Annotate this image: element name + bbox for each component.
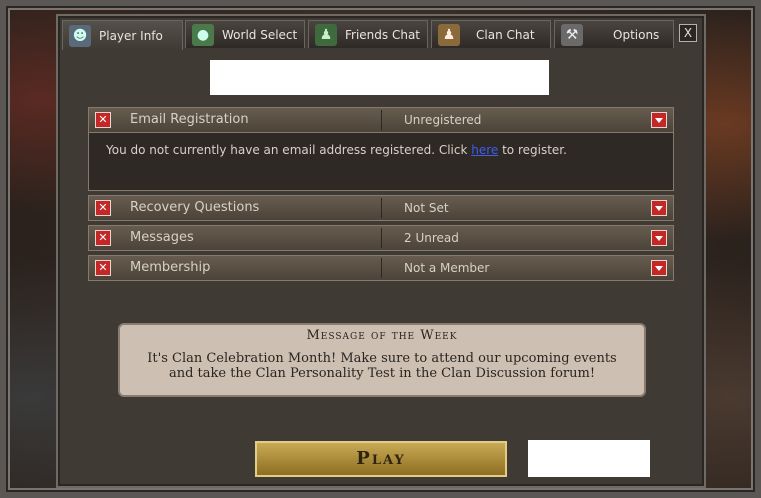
divider <box>381 198 382 218</box>
divider <box>381 228 382 248</box>
player-icon: ☻ <box>69 24 91 47</box>
divider <box>381 110 382 130</box>
message-of-the-week: Message of the Week It's Clan Celebratio… <box>118 323 646 397</box>
tab-label: Player Info <box>99 28 163 43</box>
friends-icon: ♟ <box>315 23 337 46</box>
row-label: Messages <box>130 230 194 245</box>
row-email-registration[interactable]: ✕ Email Registration Unregistered <box>88 107 674 133</box>
row-label: Email Registration <box>130 112 249 127</box>
tab-bar: ☻ Player Info ● World Select ♟ Friends C… <box>62 20 702 50</box>
tab-player-info[interactable]: ☻ Player Info <box>62 20 183 50</box>
close-button[interactable]: X <box>679 24 697 42</box>
tab-clan-chat[interactable]: ♟ Clan Chat <box>431 20 551 48</box>
tab-label: Clan Chat <box>476 27 535 42</box>
tab-label: Friends Chat <box>345 27 421 42</box>
blank-box <box>528 440 650 477</box>
tab-label: Options <box>613 27 660 42</box>
row-value: 2 Unread <box>404 231 459 245</box>
row-membership[interactable]: ✕ Membership Not a Member <box>88 255 674 281</box>
play-button[interactable]: Play <box>255 441 507 477</box>
row-value: Unregistered <box>404 113 482 127</box>
tab-world-select[interactable]: ● World Select <box>185 20 305 48</box>
email-message: You do not currently have an email addre… <box>106 143 567 157</box>
status-x-icon: ✕ <box>95 230 111 246</box>
status-x-icon: ✕ <box>95 260 111 276</box>
tab-options[interactable]: ⚒ Options <box>554 20 674 48</box>
row-value: Not Set <box>404 201 449 215</box>
motw-title: Message of the Week <box>306 328 458 343</box>
motw-text: It's Clan Celebration Month! Make sure t… <box>147 351 617 381</box>
row-value: Not a Member <box>404 261 490 275</box>
row-label: Membership <box>130 260 211 275</box>
tab-label: World Select <box>222 27 298 42</box>
divider <box>381 258 382 278</box>
row-label: Recovery Questions <box>130 200 260 215</box>
tab-friends-chat[interactable]: ♟ Friends Chat <box>308 20 428 48</box>
username-banner <box>210 60 549 95</box>
dropdown-arrow-icon[interactable] <box>651 112 667 128</box>
clan-icon: ♟ <box>438 23 460 46</box>
dropdown-arrow-icon[interactable] <box>651 260 667 276</box>
dropdown-arrow-icon[interactable] <box>651 230 667 246</box>
row-recovery-questions[interactable]: ✕ Recovery Questions Not Set <box>88 195 674 221</box>
status-x-icon: ✕ <box>95 200 111 216</box>
globe-icon: ● <box>192 23 214 46</box>
email-details: You do not currently have an email addre… <box>88 133 674 191</box>
register-link[interactable]: here <box>471 143 498 157</box>
dropdown-arrow-icon[interactable] <box>651 200 667 216</box>
tools-icon: ⚒ <box>561 23 583 46</box>
row-messages[interactable]: ✕ Messages 2 Unread <box>88 225 674 251</box>
status-x-icon: ✕ <box>95 112 111 128</box>
